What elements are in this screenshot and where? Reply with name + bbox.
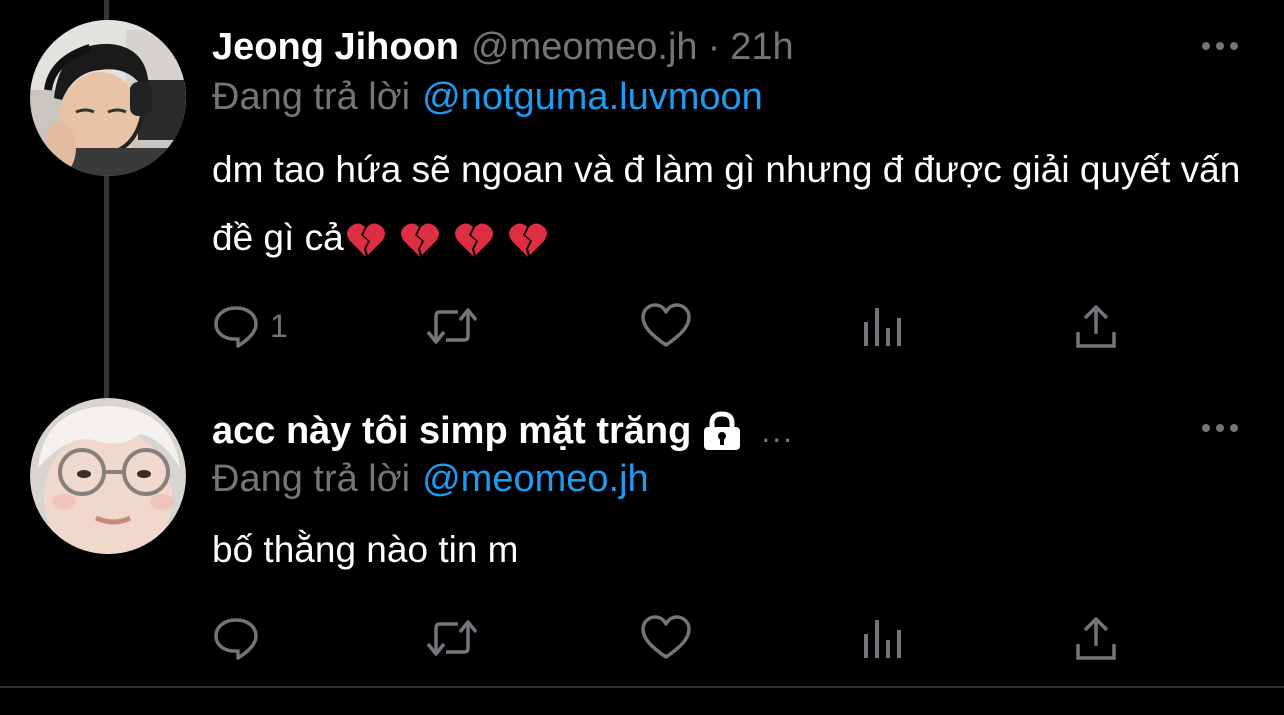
views-icon [864, 308, 901, 346]
reply-button[interactable]: 1 [212, 298, 288, 354]
heart-icon [641, 615, 691, 659]
avatar[interactable] [30, 398, 186, 554]
like-button[interactable] [640, 298, 692, 354]
reply-icon [214, 618, 258, 660]
reply-button[interactable] [212, 610, 270, 666]
share-button[interactable] [1074, 298, 1118, 354]
emoji-row [346, 221, 548, 259]
broken-heart-icon [454, 223, 493, 258]
user-handle[interactable]: @meomeo.jh [471, 26, 698, 69]
timestamp[interactable]: 21h [730, 26, 793, 69]
tweet-text: dm tao hứa sẽ ngoan và đ làm gì nhưng đ … [212, 136, 1252, 272]
tweet-header: acc này tôi simp mặt trăng ... [212, 406, 794, 456]
display-name[interactable]: acc này tôi simp mặt trăng [212, 410, 691, 453]
replying-to: Đang trả lời @notguma.luvmoon [212, 76, 763, 119]
tweet-header: Jeong Jihoon @meomeo.jh · 21h [212, 22, 794, 72]
reply-icon [214, 306, 258, 348]
replying-to: Đang trả lời @meomeo.jh [212, 458, 649, 501]
like-button[interactable] [640, 610, 692, 666]
share-icon [1076, 617, 1116, 660]
broken-heart-icon [346, 223, 385, 258]
tweet-actions [212, 610, 1116, 666]
lock-icon [704, 411, 741, 450]
replying-to-label: Đang trả lời [212, 458, 411, 500]
tweet[interactable]: Jeong Jihoon @meomeo.jh · 21h Đang trả l… [0, 0, 1284, 398]
broken-heart-icon [400, 223, 439, 258]
display-name[interactable]: Jeong Jihoon [212, 26, 459, 69]
views-icon [864, 620, 901, 658]
tweet-actions: 1 [212, 298, 1116, 354]
retweet-button[interactable] [424, 610, 480, 666]
replying-to-label: Đang trả lời [212, 76, 411, 118]
more-horizontal-icon[interactable] [1200, 36, 1240, 56]
retweet-icon [426, 308, 478, 344]
tweet-text: bố thằng nào tin m [212, 516, 1252, 584]
tweet[interactable]: acc này tôi simp mặt trăng ... Đang trả … [0, 398, 1284, 688]
views-button[interactable] [860, 610, 904, 666]
views-button[interactable] [860, 298, 904, 354]
broken-heart-icon [508, 223, 547, 258]
feed-divider [0, 686, 1284, 688]
retweet-button[interactable] [424, 298, 480, 354]
separator-dot: · [707, 25, 721, 68]
avatar[interactable] [30, 20, 186, 176]
more-horizontal-icon[interactable] [1200, 418, 1240, 438]
share-icon [1076, 305, 1116, 348]
reply-count: 1 [270, 307, 288, 344]
mention-link[interactable]: @notguma.luvmoon [422, 76, 763, 118]
heart-icon [641, 303, 691, 347]
share-button[interactable] [1074, 610, 1118, 666]
name-truncation: ... [761, 412, 795, 449]
mention-link[interactable]: @meomeo.jh [422, 458, 649, 500]
tweet-text-content: bố thằng nào tin m [212, 529, 519, 570]
retweet-icon [426, 620, 478, 656]
